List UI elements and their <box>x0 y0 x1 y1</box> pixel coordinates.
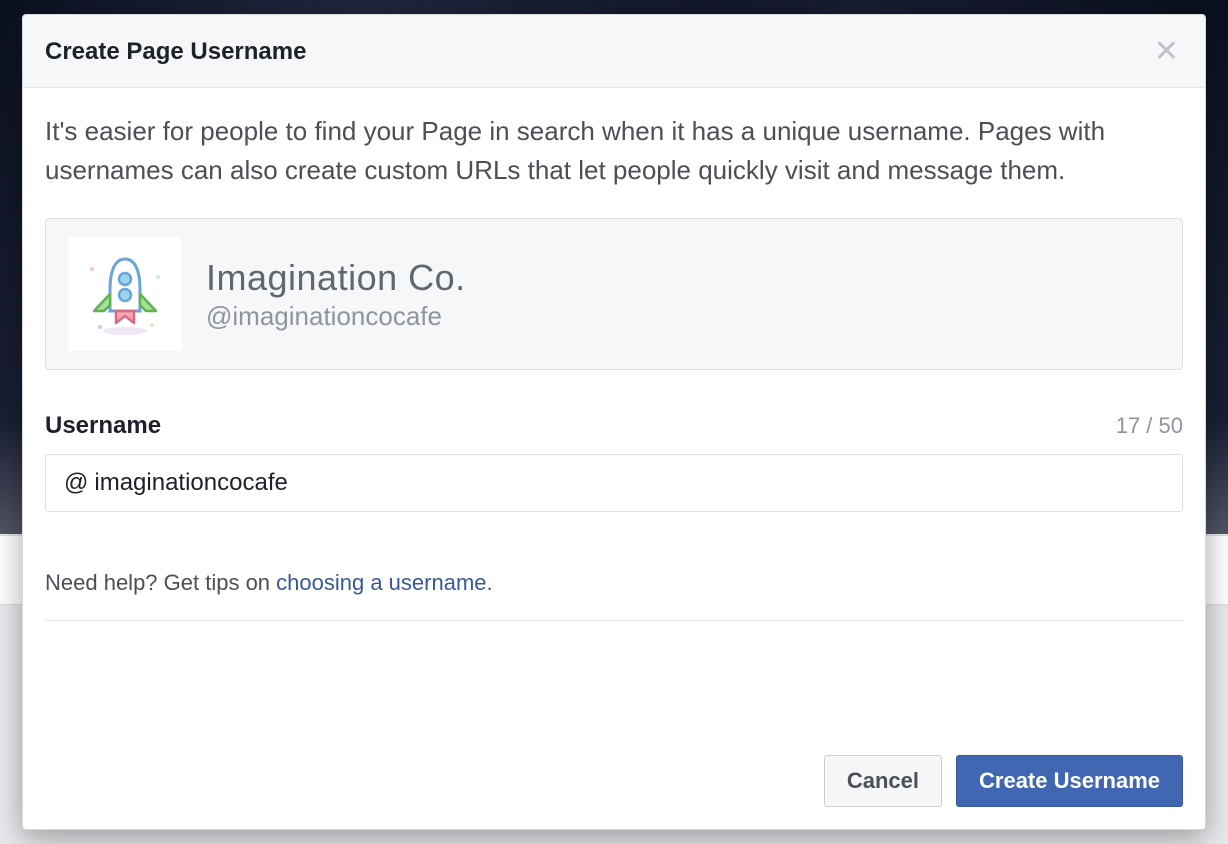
username-label: Username <box>45 412 161 440</box>
page-handle: @imaginationcocafe <box>206 301 466 332</box>
modal-title: Create Page Username <box>45 38 306 66</box>
character-counter: 17 / 50 <box>1116 413 1183 439</box>
choosing-username-link[interactable]: choosing a username. <box>276 570 492 595</box>
page-meta: Imagination Co. @imaginationcocafe <box>206 257 466 332</box>
username-field-header: Username 17 / 50 <box>45 412 1183 440</box>
username-input-wrap[interactable]: @ <box>45 454 1183 512</box>
page-name: Imagination Co. <box>206 257 466 299</box>
create-username-modal: Create Page Username ✕ It's easier for p… <box>22 14 1206 830</box>
page-avatar <box>68 237 182 351</box>
modal-footer: Cancel Create Username <box>23 735 1205 829</box>
at-prefix: @ <box>64 469 88 497</box>
page-preview-card: Imagination Co. @imaginationcocafe <box>45 218 1183 370</box>
modal-description: It's easier for people to find your Page… <box>45 112 1183 190</box>
modal-body: It's easier for people to find your Page… <box>23 88 1205 735</box>
username-input[interactable] <box>94 469 1164 497</box>
cancel-button[interactable]: Cancel <box>824 755 942 807</box>
close-icon[interactable]: ✕ <box>1150 33 1183 71</box>
modal-header: Create Page Username ✕ <box>23 15 1205 88</box>
help-text: Need help? Get tips on <box>45 570 276 595</box>
help-row: Need help? Get tips on choosing a userna… <box>45 570 1183 621</box>
rocket-icon <box>80 249 170 339</box>
create-username-button[interactable]: Create Username <box>956 755 1183 807</box>
